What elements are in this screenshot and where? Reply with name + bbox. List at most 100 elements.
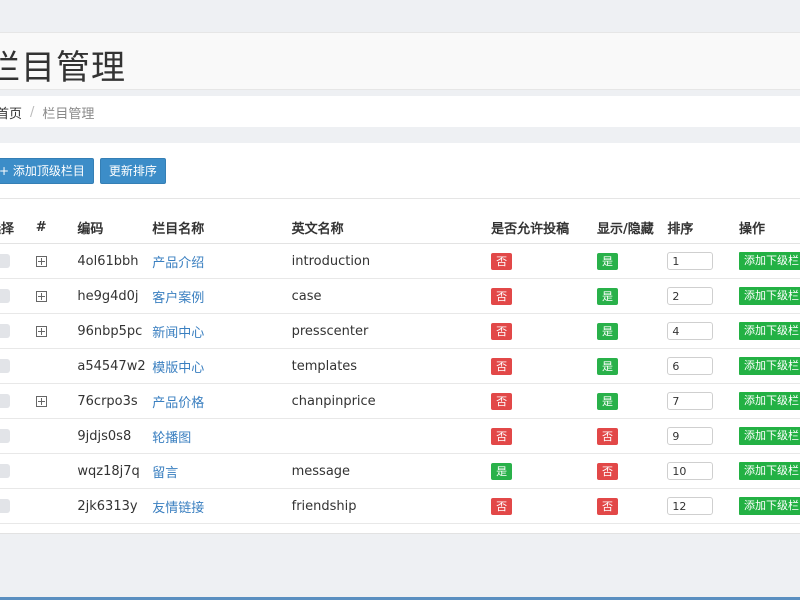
add-subcategory-button[interactable]: 添加下级栏目 bbox=[739, 287, 800, 305]
sort-order-input[interactable] bbox=[667, 427, 714, 445]
breadcrumb-home-link[interactable]: 首页 bbox=[0, 103, 22, 122]
row-checkbox[interactable] bbox=[0, 429, 10, 443]
add-top-category-button[interactable]: + 添加顶级栏目 bbox=[0, 158, 94, 184]
allow-post-badge[interactable]: 否 bbox=[491, 322, 513, 340]
row-allow-post-cell: 否 bbox=[491, 383, 597, 419]
sort-order-input[interactable] bbox=[667, 497, 714, 515]
row-sort-cell bbox=[667, 418, 739, 454]
show-status-badge[interactable]: 是 bbox=[597, 287, 618, 305]
category-table: 选择 # 编码 栏目名称 英文名称 是否允许投稿 显示/隐藏 排序 操作 4ol… bbox=[0, 211, 800, 524]
table-row: 96nbp5pc新闻中心 presscenter否 是 添加下级栏目 bbox=[0, 313, 800, 349]
table-row: 9jdjs0s8轮播图 否 否 添加下级栏目 bbox=[0, 418, 800, 454]
sort-order-input[interactable] bbox=[667, 252, 714, 270]
table-body: 4ol61bbh产品介绍introduction否是添加下级栏目he9g4d0j… bbox=[0, 243, 800, 524]
category-name-link[interactable]: 产品介绍 bbox=[152, 256, 204, 271]
toolbar: + 添加顶级栏目 更新排序 bbox=[0, 158, 166, 184]
row-select-cell bbox=[0, 243, 30, 279]
table-row: 76crpo3s产品价格 chanpinprice否 是 添加下级栏目 bbox=[0, 383, 800, 419]
row-name-cell: 产品价格 bbox=[152, 383, 292, 419]
row-checkbox[interactable] bbox=[0, 499, 10, 513]
bottom-band bbox=[0, 577, 800, 600]
update-sort-button[interactable]: 更新排序 bbox=[99, 158, 166, 184]
row-select-cell bbox=[0, 313, 30, 349]
row-name-cell: 客户案例 bbox=[152, 278, 292, 314]
row-checkbox[interactable] bbox=[0, 464, 10, 478]
row-english-name: case bbox=[291, 278, 492, 314]
row-select-cell bbox=[0, 383, 30, 419]
header-code: 编码 bbox=[77, 211, 153, 244]
row-select-cell bbox=[0, 348, 30, 384]
allow-post-badge[interactable]: 否 bbox=[491, 287, 513, 305]
breadcrumb-current: 栏目管理 bbox=[42, 107, 95, 122]
expand-plus-icon[interactable] bbox=[35, 325, 47, 337]
row-code: 76crpo3s bbox=[77, 383, 153, 419]
sort-order-input[interactable] bbox=[667, 322, 714, 340]
row-show-cell: 否 bbox=[597, 418, 668, 454]
category-name-link[interactable]: 模版中心 bbox=[152, 361, 204, 376]
row-action-cell: 添加下级栏目 bbox=[739, 348, 800, 384]
show-status-badge[interactable]: 是 bbox=[597, 357, 618, 375]
row-english-name bbox=[291, 418, 492, 454]
row-allow-post-cell: 是 bbox=[491, 453, 597, 489]
show-status-badge[interactable]: 是 bbox=[597, 322, 618, 340]
category-name-link[interactable]: 产品价格 bbox=[152, 396, 204, 411]
row-show-cell: 是 bbox=[597, 383, 668, 419]
allow-post-badge[interactable]: 否 bbox=[491, 357, 513, 375]
row-action-cell: 添加下级栏目 bbox=[739, 313, 800, 349]
category-name-link[interactable]: 友情链接 bbox=[152, 501, 204, 516]
row-sort-cell bbox=[667, 453, 739, 489]
add-subcategory-button[interactable]: 添加下级栏目 bbox=[739, 357, 800, 375]
add-subcategory-button[interactable]: 添加下级栏目 bbox=[739, 392, 800, 410]
add-subcategory-button[interactable]: 添加下级栏目 bbox=[739, 497, 800, 515]
header-select: 选择 bbox=[0, 211, 30, 244]
row-code: he9g4d0j bbox=[77, 278, 153, 314]
category-name-link[interactable]: 新闻中心 bbox=[152, 326, 204, 341]
row-action-cell: 添加下级栏目 bbox=[739, 383, 800, 419]
row-english-name: introduction bbox=[291, 243, 492, 279]
show-status-badge[interactable]: 否 bbox=[597, 462, 618, 480]
show-status-badge[interactable]: 否 bbox=[597, 427, 618, 445]
sort-order-input[interactable] bbox=[667, 357, 714, 375]
category-name-link[interactable]: 客户案例 bbox=[152, 291, 204, 306]
row-action-cell: 添加下级栏目 bbox=[739, 453, 800, 489]
add-subcategory-button[interactable]: 添加下级栏目 bbox=[739, 322, 800, 340]
expand-plus-icon[interactable] bbox=[35, 255, 47, 267]
row-show-cell: 是 bbox=[597, 243, 668, 279]
row-sort-cell bbox=[667, 488, 739, 524]
row-show-cell: 是 bbox=[597, 278, 668, 314]
expand-plus-icon[interactable] bbox=[35, 290, 47, 302]
row-allow-post-cell: 否 bbox=[491, 313, 597, 349]
category-name-link[interactable]: 轮播图 bbox=[152, 431, 191, 446]
sort-order-input[interactable] bbox=[667, 462, 714, 480]
row-action-cell: 添加下级栏目 bbox=[739, 278, 800, 314]
row-expand-cell bbox=[29, 243, 78, 279]
category-name-link[interactable]: 留言 bbox=[152, 466, 178, 481]
row-checkbox[interactable] bbox=[0, 254, 10, 268]
header-action: 操作 bbox=[739, 211, 800, 244]
sort-order-input[interactable] bbox=[667, 287, 714, 305]
row-english-name: presscenter bbox=[291, 313, 492, 349]
row-english-name: templates bbox=[291, 348, 492, 384]
row-allow-post-cell: 否 bbox=[491, 348, 597, 384]
allow-post-badge[interactable]: 否 bbox=[491, 392, 513, 410]
row-english-name: chanpinprice bbox=[291, 383, 492, 419]
show-status-badge[interactable]: 否 bbox=[597, 497, 618, 515]
show-status-badge[interactable]: 是 bbox=[597, 252, 618, 270]
add-subcategory-button[interactable]: 添加下级栏目 bbox=[739, 462, 800, 480]
sort-order-input[interactable] bbox=[667, 392, 714, 410]
allow-post-badge[interactable]: 否 bbox=[491, 427, 513, 445]
allow-post-badge[interactable]: 否 bbox=[491, 497, 513, 515]
row-expand-cell bbox=[29, 488, 78, 524]
show-status-badge[interactable]: 是 bbox=[597, 392, 618, 410]
add-subcategory-button[interactable]: 添加下级栏目 bbox=[739, 427, 800, 445]
row-show-cell: 否 bbox=[597, 453, 668, 489]
allow-post-badge[interactable]: 是 bbox=[491, 462, 513, 480]
row-expand-cell bbox=[29, 453, 78, 489]
row-checkbox[interactable] bbox=[0, 359, 10, 373]
allow-post-badge[interactable]: 否 bbox=[491, 252, 513, 270]
add-subcategory-button[interactable]: 添加下级栏目 bbox=[739, 252, 800, 270]
expand-plus-icon[interactable] bbox=[35, 395, 47, 407]
row-checkbox[interactable] bbox=[0, 394, 10, 408]
row-checkbox[interactable] bbox=[0, 289, 10, 303]
row-checkbox[interactable] bbox=[0, 324, 10, 338]
